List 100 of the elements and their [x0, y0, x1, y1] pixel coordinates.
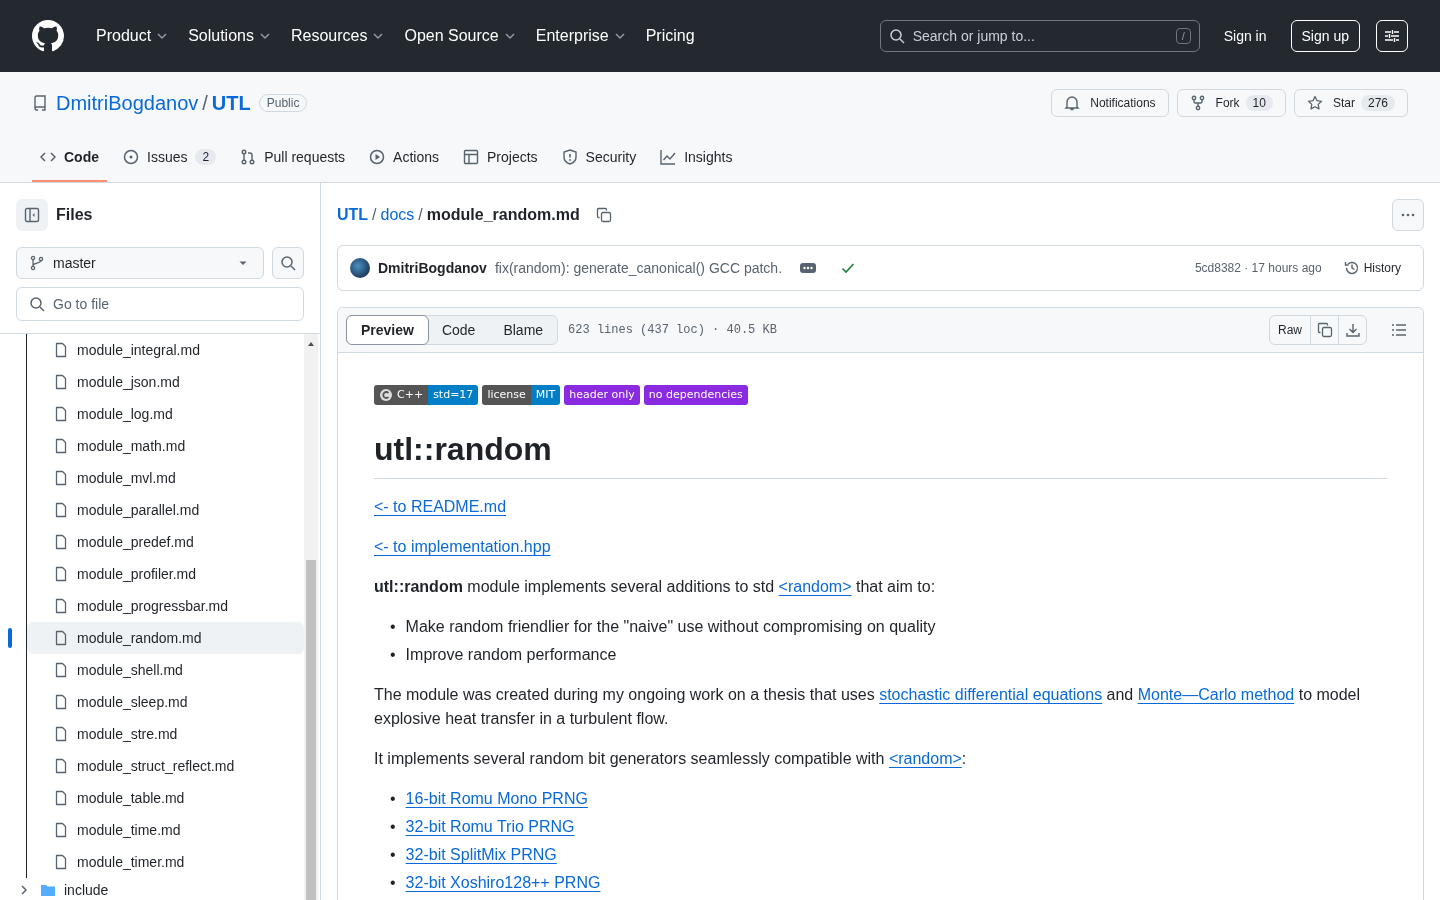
inline-link[interactable]: <random>	[888, 750, 962, 767]
file-tree-item[interactable]: module_math.md	[27, 430, 304, 462]
history-button[interactable]: History	[1337, 259, 1407, 277]
generator-link[interactable]: 32-bit Romu Trio PRNG	[405, 815, 575, 839]
generator-link[interactable]: 16-bit Romu Mono PRNG	[405, 787, 588, 811]
file-tree-item[interactable]: module_shell.md	[27, 654, 304, 686]
download-icon	[1344, 322, 1361, 338]
file-tree-item[interactable]: module_time.md	[27, 814, 304, 846]
file-icon	[53, 854, 69, 870]
file-icon	[53, 758, 69, 774]
file-tree-item[interactable]: module_integral.md	[27, 334, 304, 366]
repo-tab[interactable]: Security	[553, 134, 645, 182]
file-icon	[53, 534, 69, 550]
search-icon	[29, 296, 45, 312]
repo-tab[interactable]: Pull requests	[232, 134, 354, 182]
branch-selector[interactable]: master	[16, 247, 264, 279]
table-icon	[463, 149, 479, 165]
paragraph: The module was created during my ongoing work on a thesis that uses stochastic differential equations and Monte—Carlo method to model explosive heat transfer in a turbulent flow.	[374, 685, 1362, 729]
search-field[interactable]: Search or jump to... /	[879, 20, 1200, 52]
file-tree-item[interactable]: module_json.md	[27, 366, 304, 398]
nav-menu[interactable]: Product	[88, 21, 179, 51]
nav-menu[interactable]: Resources	[282, 21, 395, 51]
search-button[interactable]	[272, 247, 304, 279]
star-icon	[1306, 95, 1323, 111]
inline-link[interactable]: stochastic differential equations	[879, 686, 1103, 703]
files-title: Files	[56, 206, 93, 224]
nav-menu[interactable]: Enterprise	[527, 21, 636, 51]
logo-icon[interactable]	[32, 20, 64, 52]
file-tree-item[interactable]: module_log.md	[27, 398, 304, 430]
breadcrumb-link[interactable]: UTL	[337, 206, 369, 224]
view-tab[interactable]: Code	[427, 316, 490, 344]
graph-icon	[660, 149, 677, 165]
paragraph: utl::random module implements several additions to std <random> that aim to:	[374, 577, 937, 597]
file-tree-item[interactable]: module_random.md	[27, 622, 304, 654]
path-separator: /	[372, 206, 377, 224]
nav-menu[interactable]: Open Source	[396, 21, 526, 51]
go-to-file-field[interactable]: Go to file	[16, 287, 304, 321]
file-tree-item[interactable]: module_mvl.md	[27, 462, 304, 494]
owner-link[interactable]: DmitriBogdanov	[56, 91, 199, 115]
play-icon	[369, 149, 386, 165]
bullet: •	[390, 817, 396, 837]
repo-name-link[interactable]: UTL	[211, 91, 251, 115]
file-tree-item[interactable]: module_predef.md	[27, 526, 304, 558]
repo-tab[interactable]: Projects	[455, 134, 546, 182]
nav-menu[interactable]: Solutions	[180, 21, 281, 51]
file-icon	[53, 406, 69, 422]
fork-button[interactable]: Fork 10	[1176, 89, 1286, 117]
sliders-icon	[1384, 28, 1400, 44]
nav-menu[interactable]: Pricing	[637, 21, 703, 51]
generator-link[interactable]: 32-bit Xoshiro128++ PRNG	[405, 871, 601, 895]
sign-in-link[interactable]: Sign in	[1215, 22, 1275, 50]
file-tree-item[interactable]: module_progressbar.md	[27, 590, 304, 622]
file-tree-item[interactable]: module_timer.md	[27, 846, 304, 878]
file-tree-item[interactable]: module_stre.md	[27, 718, 304, 750]
bell-icon	[1064, 95, 1081, 111]
file-tree-item[interactable]: module_sleep.md	[27, 686, 304, 718]
bullet: •	[390, 645, 396, 665]
file-icon	[53, 726, 69, 742]
sign-up-button[interactable]: Sign up	[1290, 20, 1360, 52]
repo-tab[interactable]: Code	[32, 134, 107, 182]
ellipsis-icon[interactable]	[800, 263, 817, 273]
file-tree-item[interactable]: module_struct_reflect.md	[27, 750, 304, 782]
view-tab[interactable]: Blame	[489, 316, 558, 344]
folder-tree-item[interactable]: include	[8, 878, 304, 900]
nav-link[interactable]: <- to implementation.hpp	[374, 538, 551, 555]
scroll-up-icon[interactable]	[307, 340, 315, 348]
settings-button[interactable]	[1376, 20, 1408, 52]
repo-tab[interactable]: Issues 2	[115, 134, 225, 182]
star-button[interactable]: Star 276	[1293, 89, 1408, 117]
bullet: •	[390, 845, 396, 865]
file-tree-item[interactable]: module_parallel.md	[27, 494, 304, 526]
repo-tab[interactable]: Insights	[652, 134, 741, 182]
commit-message: fix(random): generate_canonical() GCC patch.	[494, 260, 783, 276]
file-icon	[53, 342, 69, 358]
commit-author[interactable]: DmitriBogdanov	[378, 260, 487, 276]
badge: header only	[564, 385, 640, 405]
nav-link[interactable]: <- to README.md	[374, 498, 507, 515]
pull-request-icon	[240, 149, 257, 165]
view-tab[interactable]: Preview	[346, 315, 429, 345]
collapse-sidebar-button[interactable]	[16, 199, 48, 231]
copy-icon	[1316, 322, 1333, 338]
file-tree-item[interactable]: module_profiler.md	[27, 558, 304, 590]
notifications-button[interactable]: Notifications	[1051, 89, 1169, 117]
inline-link[interactable]: Monte—Carlo method	[1137, 686, 1295, 703]
paragraph: It implements several random bit generators seamlessly compatible with <random>:	[374, 749, 968, 769]
scrollbar[interactable]	[304, 334, 318, 900]
breadcrumb-link[interactable]: docs	[380, 206, 415, 224]
file-icon	[53, 790, 69, 806]
copy-icon[interactable]	[595, 207, 612, 223]
inline-link[interactable]: <random>	[778, 578, 852, 595]
issue-icon	[123, 149, 139, 165]
avatar	[350, 258, 370, 278]
file-icon	[53, 566, 69, 582]
file-tree-item[interactable]: module_table.md	[27, 782, 304, 814]
repo-tab[interactable]: Actions	[361, 134, 447, 182]
shield-icon	[561, 149, 578, 165]
file-icon	[53, 438, 69, 454]
history-icon	[1343, 260, 1360, 276]
generator-link[interactable]: 32-bit SplitMix PRNG	[405, 843, 557, 867]
file-icon	[53, 822, 69, 838]
